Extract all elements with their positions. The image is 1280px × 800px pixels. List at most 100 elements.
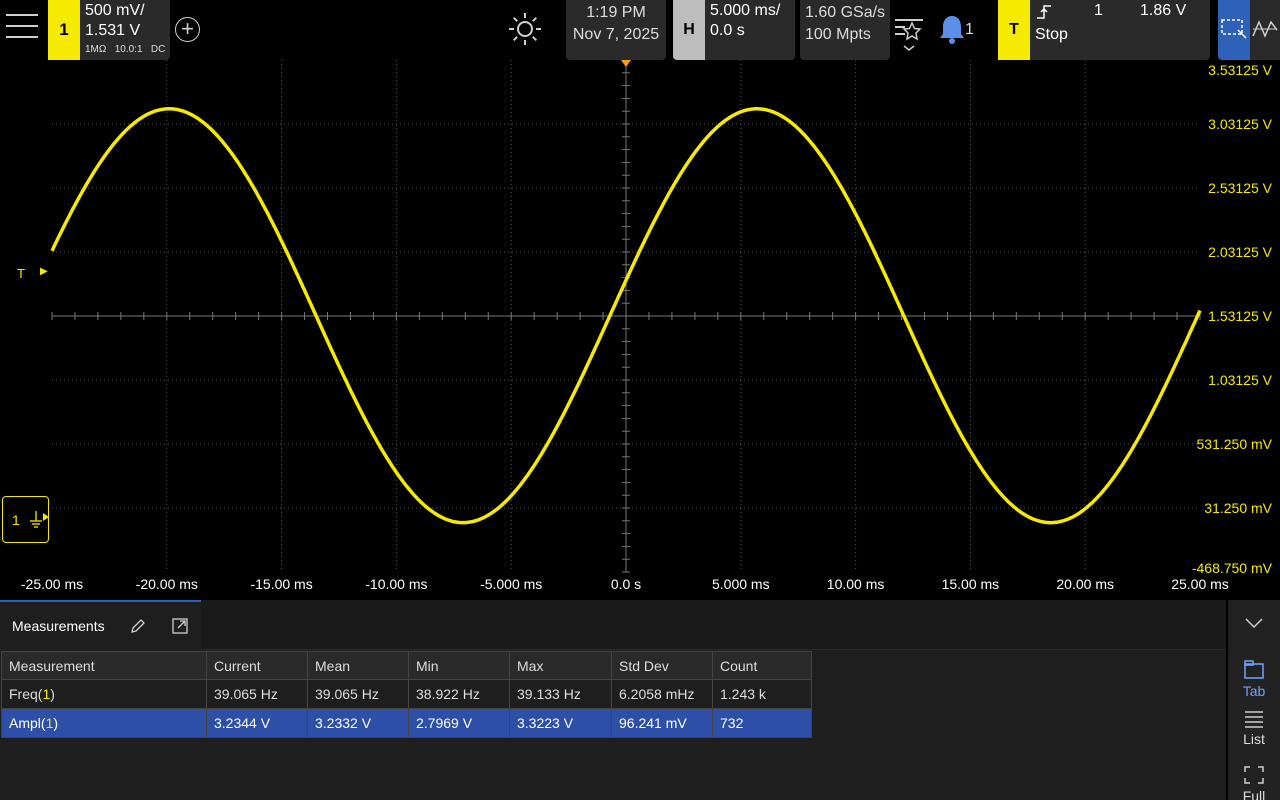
date-time-display[interactable]: 1:19 PM Nov 7, 2025 (566, 0, 666, 60)
horizontal-scale: 5.000 ms/ (710, 2, 781, 19)
column-header[interactable]: Max (509, 651, 612, 680)
collapse-chevron-icon[interactable] (1244, 616, 1264, 630)
channel-coupling: DC (150, 44, 166, 55)
trigger-settings[interactable]: T 1 1.86 V Stop (998, 0, 1210, 60)
x-axis-tick-label: -5.000 ms (480, 576, 543, 592)
x-axis-tick-label: 5.000 ms (712, 576, 770, 592)
zoom-box-icon (1221, 19, 1247, 39)
notification-count: 1 (965, 21, 974, 38)
waveform-display[interactable]: 3.53125 V 3.03125 V 2.53125 V 2.03125 V 1.53… (0, 60, 1280, 598)
measurements-tabbar: Measurements (0, 600, 1226, 650)
full-view-label: Full (1242, 788, 1266, 800)
y-axis-tick-label: 531.250 mV (1196, 436, 1273, 452)
brightness-icon[interactable] (508, 12, 542, 46)
clock-time: 1:19 PM (586, 4, 646, 21)
x-axis-tick-label: -15.00 ms (250, 576, 313, 592)
ground-marker-label: 1 (12, 512, 20, 528)
channel-probe-ratio: 10.0:1 (114, 44, 143, 55)
measurement-name: Freq(1) (1, 679, 207, 709)
cell-mean: 39.065 Hz (307, 679, 409, 709)
list-view-icon (1245, 711, 1263, 728)
column-header[interactable]: Min (408, 651, 510, 680)
waveform-graticule (50, 60, 1202, 573)
column-header[interactable]: Current (206, 651, 308, 680)
cell-count: 1.243 k (712, 679, 812, 709)
horizontal-badge: H (673, 0, 705, 60)
hamburger-menu-icon[interactable] (6, 14, 38, 44)
clock-date: Nov 7, 2025 (572, 26, 660, 43)
horizontal-settings[interactable]: H 5.000 ms/ 0.0 s (673, 0, 795, 60)
y-axis-tick-label: 1.03125 V (1208, 372, 1272, 388)
x-axis-tick-label: 10.00 ms (826, 576, 885, 592)
cell-max: 3.3223 V (509, 708, 612, 738)
trigger-source: 1 (1094, 2, 1103, 19)
horizontal-position: 0.0 s (710, 22, 745, 39)
trigger-level-marker[interactable]: T (17, 266, 25, 281)
measurements-table: Measurement Current Mean Min Max Std Dev… (1, 651, 812, 738)
top-toolbar: 1 500 mV/ 1.531 V 1MΩ 10.0:1 DC + 1:19 P… (0, 0, 1280, 60)
autoscale-button[interactable] (1250, 0, 1280, 60)
list-view-label: List (1243, 731, 1265, 747)
column-header[interactable]: Std Dev (611, 651, 713, 680)
y-axis-tick-label: 3.03125 V (1208, 116, 1272, 132)
favorites-star-icon[interactable] (893, 12, 925, 56)
y-axis-tick-label: 2.03125 V (1208, 244, 1272, 260)
trigger-level-arrow-icon: ▶ (40, 266, 48, 277)
cell-min: 38.922 Hz (408, 679, 510, 709)
channel-offset: 1.531 V (85, 22, 141, 39)
zoom-select-button[interactable] (1218, 0, 1250, 60)
y-axis-tick-label: 1.53125 V (1208, 308, 1272, 324)
x-axis-tick-label: 20.00 ms (1056, 576, 1114, 592)
cell-current: 39.065 Hz (206, 679, 308, 709)
measurements-panel: Measurements Measurement Current Mean Mi… (0, 600, 1226, 800)
channel-1-settings[interactable]: 1 500 mV/ 1.531 V 1MΩ 10.0:1 DC (48, 0, 170, 60)
table-row[interactable]: Freq(1) 39.065 Hz 39.065 Hz 38.922 Hz 39… (1, 679, 812, 709)
cell-current: 3.2344 V (206, 708, 308, 738)
column-header[interactable]: Mean (307, 651, 409, 680)
y-axis-tick-label: 31.250 mV (1204, 500, 1272, 516)
list-view-button[interactable]: List (1228, 708, 1280, 747)
trigger-badge: T (998, 0, 1030, 60)
x-axis-tick-label: 25.00 ms (1171, 576, 1229, 592)
tab-view-label: Tab (1242, 683, 1266, 699)
fullscreen-icon (1244, 766, 1264, 784)
measurement-name: Ampl(1) (1, 708, 207, 738)
cell-max: 39.133 Hz (509, 679, 612, 709)
full-view-button[interactable]: Full (1228, 765, 1280, 800)
channel-vertical-scale: 500 mV/ (85, 2, 145, 19)
channel-number-badge: 1 (48, 0, 80, 60)
rising-edge-icon (1037, 5, 1051, 19)
cell-mean: 3.2332 V (307, 708, 409, 738)
cell-count: 732 (712, 708, 812, 738)
tab-view-button[interactable]: Tab (1228, 660, 1280, 699)
acquisition-settings[interactable]: 1.60 GSa/s 100 Mpts (800, 0, 890, 60)
trigger-level: 1.86 V (1140, 2, 1187, 19)
channel-1-ground-marker[interactable]: 1 (2, 496, 49, 543)
popout-window-icon[interactable] (172, 618, 188, 634)
channel-impedance: 1MΩ (85, 44, 107, 55)
column-header[interactable]: Count (712, 651, 812, 680)
x-axis-tick-label: -25.00 ms (20, 576, 84, 592)
panel-view-controls: Tab List Full (1228, 600, 1280, 800)
y-axis-tick-label: -468.750 mV (1191, 560, 1272, 576)
memory-depth: 100 Mpts (805, 26, 871, 43)
x-axis-tick-label: 15.00 ms (941, 576, 1000, 592)
edit-pencil-icon[interactable] (130, 618, 146, 634)
x-axis-tick-label: -10.00 ms (365, 576, 428, 592)
tab-measurements[interactable]: Measurements (0, 600, 201, 650)
x-axis-tick-label: -20.00 ms (135, 576, 198, 592)
channel-input-info: 1MΩ 10.0:1 DC (85, 44, 165, 55)
run-state: Stop (1035, 26, 1068, 43)
sample-rate: 1.60 GSa/s (805, 4, 886, 21)
y-axis-tick-label: 2.53125 V (1208, 180, 1272, 196)
column-header[interactable]: Measurement (1, 651, 207, 680)
cell-min: 2.7969 V (408, 708, 510, 738)
add-channel-icon[interactable]: + (175, 17, 200, 42)
trigger-time-marker (621, 60, 631, 67)
y-axis-tick-label: 3.53125 V (1208, 62, 1272, 78)
table-header-row: Measurement Current Mean Min Max Std Dev… (1, 651, 812, 680)
table-row-selected[interactable]: Ampl(1) 3.2344 V 3.2332 V 2.7969 V 3.322… (1, 708, 812, 738)
notification-bell-icon[interactable] (938, 14, 966, 44)
measurements-tab-label: Measurements (12, 618, 105, 634)
tab-view-icon (1244, 660, 1264, 679)
